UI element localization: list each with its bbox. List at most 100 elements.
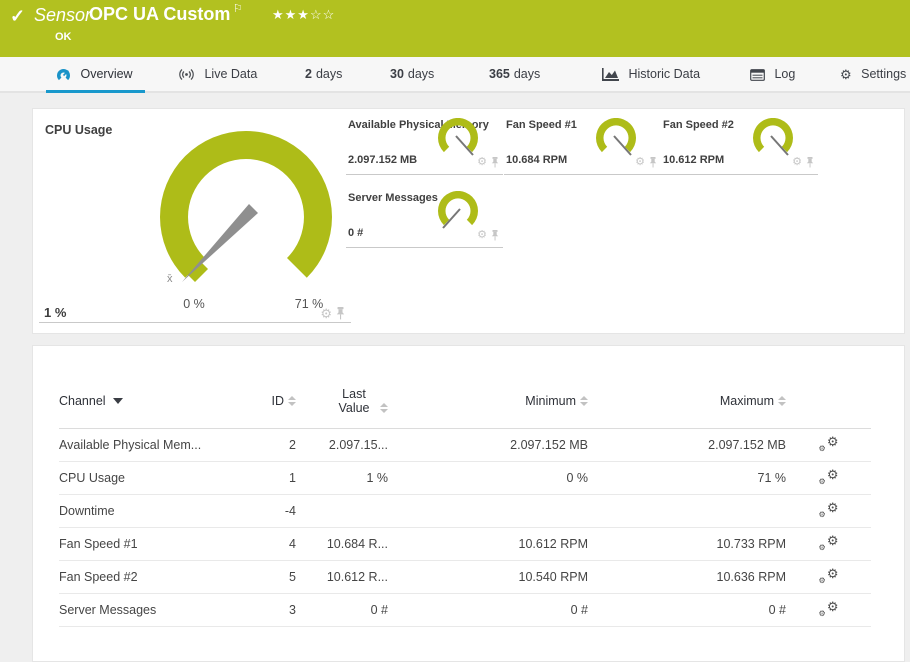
sensor-header: ✓ Sensor OPC UA Custom ⚐ ★★★☆☆ OK <box>0 0 910 57</box>
channel-last: 0 # <box>296 593 388 627</box>
channel-min: 0 % <box>388 461 588 495</box>
column-header-channel[interactable]: Channel <box>59 374 234 429</box>
tab-log[interactable]: Log <box>750 57 795 91</box>
channel-settings-icon[interactable]: ⚙ ⚙ <box>819 434 839 453</box>
gauge-icon <box>56 67 71 82</box>
channel-row[interactable]: Fan Speed #1 4 10.684 R... 10.612 RPM 10… <box>59 527 871 561</box>
priority-flag-icon: ⚐ <box>233 3 243 15</box>
column-header-minimum[interactable]: Minimum <box>388 374 588 429</box>
channel-settings-icon[interactable]: ⚙ ⚙ <box>819 500 839 519</box>
live-signal-icon <box>178 68 195 81</box>
channel-settings-icon[interactable]: ⚙ ⚙ <box>819 467 839 486</box>
column-header-last-value[interactable]: Last Value <box>296 374 388 429</box>
tab-label: Live Data <box>204 67 258 81</box>
channel-last: 2.097.15... <box>296 428 388 462</box>
tab-label: days <box>315 67 343 81</box>
mini-gauge <box>596 118 636 156</box>
channel-row[interactable]: Available Physical Mem... 2 2.097.15... … <box>59 428 871 462</box>
tab-settings[interactable]: ⚙ Settings <box>840 57 906 91</box>
pin-icon[interactable] <box>491 157 499 168</box>
channel-max: 0 # <box>588 593 786 627</box>
channel-name: Downtime <box>59 494 234 528</box>
column-label: Minimum <box>525 393 576 408</box>
gauge-settings-gear-icon[interactable]: ⚙ <box>477 230 487 241</box>
channel-id: 1 <box>234 461 296 495</box>
pin-icon[interactable] <box>491 230 499 241</box>
sensor-title: OPC UA Custom <box>89 4 231 24</box>
priority-stars[interactable]: ★★★☆☆ <box>272 7 335 23</box>
channel-max: 10.636 RPM <box>588 560 786 594</box>
tab-2-days[interactable]: 2 days <box>305 57 342 91</box>
gauge-settings-gear-icon[interactable]: ⚙ <box>635 157 645 168</box>
channel-max: 10.733 RPM <box>588 527 786 561</box>
column-label: Channel <box>59 393 106 408</box>
pin-icon[interactable] <box>649 157 657 168</box>
channel-min: 0 # <box>388 593 588 627</box>
mini-gauge-panel-server-messages: Server Messages 0 # ⚙ <box>346 188 503 248</box>
mini-gauge <box>438 191 478 229</box>
tab-number: 365 <box>489 67 510 81</box>
cpu-usage-panel: CPU Usage x̄ 0 % 71 % 1 % ⚙ <box>39 115 351 323</box>
channel-last: 1 % <box>296 461 388 495</box>
channel-name: Available Physical Mem... <box>59 428 234 462</box>
mini-gauge <box>438 118 478 156</box>
tab-365-days[interactable]: 365 days <box>489 57 540 91</box>
pin-icon[interactable] <box>336 307 345 320</box>
channel-min <box>388 494 588 528</box>
channel-row[interactable]: Downtime -4 ⚙ ⚙ <box>59 494 871 528</box>
pin-icon[interactable] <box>806 157 814 168</box>
gauge-title: CPU Usage <box>45 123 113 137</box>
column-header-id[interactable]: ID <box>234 374 296 429</box>
sort-icon <box>580 396 588 407</box>
column-header-settings <box>786 374 871 429</box>
channel-settings-icon[interactable]: ⚙ ⚙ <box>819 533 839 552</box>
gauges-card: CPU Usage x̄ 0 % 71 % 1 % ⚙ Available Ph… <box>32 108 905 334</box>
channel-id: 2 <box>234 428 296 462</box>
channel-max: 2.097.152 MB <box>588 428 786 462</box>
tab-bar: Overview Live Data 2 days 30 days 365 days … <box>0 57 910 93</box>
channel-row[interactable]: Fan Speed #2 5 10.612 R... 10.540 RPM 10… <box>59 560 871 594</box>
gauge-settings-gear-icon[interactable]: ⚙ <box>477 157 487 168</box>
mini-gauge-panel-fan-speed-1: Fan Speed #1 10.684 RPM ⚙ <box>504 115 661 175</box>
channel-name: Fan Speed #1 <box>59 527 234 561</box>
channel-settings-icon[interactable]: ⚙ ⚙ <box>819 599 839 618</box>
gauge-settings-gear-icon[interactable]: ⚙ <box>320 307 332 320</box>
tab-number: 2 <box>305 67 312 81</box>
channel-min: 10.612 RPM <box>388 527 588 561</box>
tab-label: days <box>513 67 541 81</box>
channel-table: Channel ID Last Value Minimum Maximum Av… <box>59 374 871 627</box>
channel-settings-icon[interactable]: ⚙ ⚙ <box>819 566 839 585</box>
channel-last: 10.684 R... <box>296 527 388 561</box>
channel-last <box>296 494 388 528</box>
channel-name: Fan Speed #2 <box>59 560 234 594</box>
gauge-title: Server Messages <box>348 192 438 204</box>
sort-icon <box>778 396 786 407</box>
tab-label: days <box>407 67 435 81</box>
channel-min: 2.097.152 MB <box>388 428 588 462</box>
sort-caret-icon <box>112 398 123 405</box>
tab-live-data[interactable]: Live Data <box>178 57 257 91</box>
gauge-settings-gear-icon[interactable]: ⚙ <box>792 157 802 168</box>
gauge-title: Fan Speed #2 <box>663 119 734 131</box>
tab-30-days[interactable]: 30 days <box>390 57 434 91</box>
gauge-value: 10.684 RPM <box>506 154 568 166</box>
sort-icon <box>380 403 388 414</box>
column-label: ID <box>271 393 285 408</box>
column-header-maximum[interactable]: Maximum <box>588 374 786 429</box>
sensor-status-badge: OK <box>55 31 72 43</box>
channel-name: CPU Usage <box>59 461 234 495</box>
channel-max <box>588 494 786 528</box>
column-label: Last Value <box>338 386 370 415</box>
channel-row[interactable]: Server Messages 3 0 # 0 # 0 # ⚙ ⚙ <box>59 593 871 627</box>
tab-overview[interactable]: Overview <box>46 57 145 93</box>
gauge-min-label: 0 % <box>183 297 205 311</box>
gauge-value: 10.612 RPM <box>663 154 725 166</box>
channel-id: 4 <box>234 527 296 561</box>
historic-chart-icon <box>602 68 619 82</box>
tab-label: Settings <box>861 67 907 81</box>
channel-max: 71 % <box>588 461 786 495</box>
mini-gauge <box>753 118 793 156</box>
channel-row[interactable]: CPU Usage 1 1 % 0 % 71 % ⚙ ⚙ <box>59 461 871 495</box>
tab-historic-data[interactable]: Historic Data <box>602 57 700 91</box>
ok-check-icon: ✓ <box>10 6 26 26</box>
